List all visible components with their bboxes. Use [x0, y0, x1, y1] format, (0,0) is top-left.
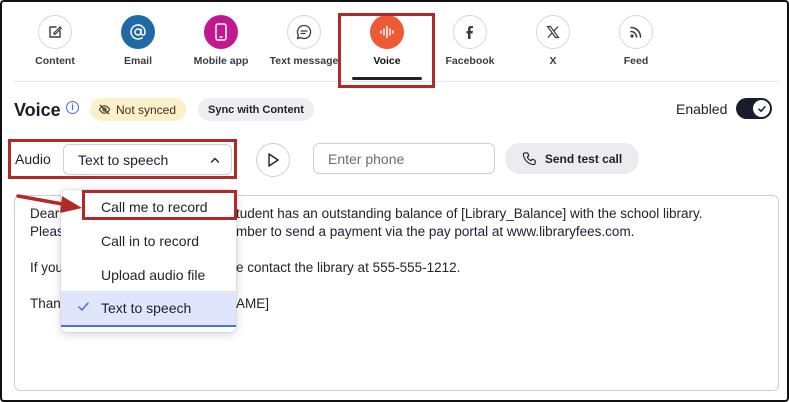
tab-label: Text message	[269, 55, 339, 67]
page-title: Voice	[14, 100, 61, 120]
tab-text-message[interactable]: Text message	[263, 10, 345, 80]
audio-source-menu: Call me to record Call in to record Uplo…	[61, 190, 236, 332]
facebook-icon	[453, 15, 487, 49]
phone-input[interactable]	[313, 143, 495, 174]
status-badge-label: Not synced	[116, 102, 177, 117]
sync-with-content-button[interactable]: Sync with Content	[198, 98, 314, 121]
menu-item-label: Call in to record	[101, 233, 200, 249]
active-tab-indicator	[352, 77, 422, 80]
menu-item-text-to-speech[interactable]: Text to speech	[61, 291, 236, 327]
annotation-arrow-icon	[16, 194, 82, 213]
mobile-icon	[204, 15, 238, 49]
tab-label: Mobile app	[193, 55, 249, 67]
tab-label: Email	[123, 55, 152, 67]
check-icon	[753, 100, 770, 117]
message-line: If you	[30, 260, 64, 275]
menu-item-upload-audio-file[interactable]: Upload audio file	[61, 258, 236, 292]
chevron-up-icon	[210, 157, 220, 163]
message-line: AME]	[236, 296, 270, 311]
message-line: Than	[30, 296, 61, 311]
tab-label: X	[549, 55, 557, 67]
tab-feed[interactable]: Feed	[595, 10, 677, 80]
message-line: mber to send a payment via the pay porta…	[236, 224, 635, 239]
voice-channel-editor: Content Email Mobile app Text message Vo	[0, 0, 789, 402]
message-line: tudent has an outstanding balance of [Li…	[236, 206, 703, 221]
audio-source-select[interactable]: Text to speech	[63, 144, 232, 175]
audio-wave-icon	[370, 15, 404, 49]
menu-item-call-me-to-record[interactable]: Call me to record	[61, 190, 236, 224]
enabled-label: Enabled	[676, 101, 728, 117]
tab-x[interactable]: X	[512, 10, 594, 80]
info-icon[interactable]: i	[66, 101, 79, 114]
tab-label: Facebook	[445, 55, 495, 67]
menu-item-label: Text to speech	[101, 300, 192, 316]
tab-facebook[interactable]: Facebook	[429, 10, 511, 80]
play-icon	[268, 153, 279, 167]
send-test-call-button[interactable]: Send test call	[505, 143, 639, 174]
tab-email[interactable]: Email	[97, 10, 179, 80]
send-test-call-label: Send test call	[544, 151, 623, 166]
menu-item-label: Call me to record	[101, 199, 208, 215]
message-line: e contact the library at 555-555-1212.	[236, 260, 461, 275]
audio-source-value: Text to speech	[78, 152, 169, 168]
edit-icon	[38, 15, 72, 49]
chat-bubble-icon	[287, 15, 321, 49]
check-icon	[78, 302, 89, 311]
tab-label: Voice	[373, 55, 401, 67]
message-line: Pleas	[30, 224, 64, 239]
enabled-toggle[interactable]	[736, 98, 772, 119]
audio-label: Audio	[15, 151, 51, 167]
phone-icon	[522, 152, 536, 166]
menu-item-call-in-to-record[interactable]: Call in to record	[61, 224, 236, 258]
tab-label: Content	[35, 55, 75, 67]
rss-icon	[619, 15, 653, 49]
x-icon	[536, 15, 570, 49]
tab-content[interactable]: Content	[14, 10, 96, 80]
status-badge: Not synced	[90, 98, 187, 121]
menu-item-label: Upload audio file	[101, 267, 206, 283]
eye-off-icon	[98, 104, 111, 115]
at-sign-icon	[121, 15, 155, 49]
channel-tabs: Content Email Mobile app Text message Vo	[14, 10, 779, 82]
tab-voice[interactable]: Voice	[346, 10, 428, 80]
play-button[interactable]	[256, 143, 290, 177]
tab-label: Feed	[623, 55, 649, 67]
tab-mobile-app[interactable]: Mobile app	[180, 10, 262, 80]
